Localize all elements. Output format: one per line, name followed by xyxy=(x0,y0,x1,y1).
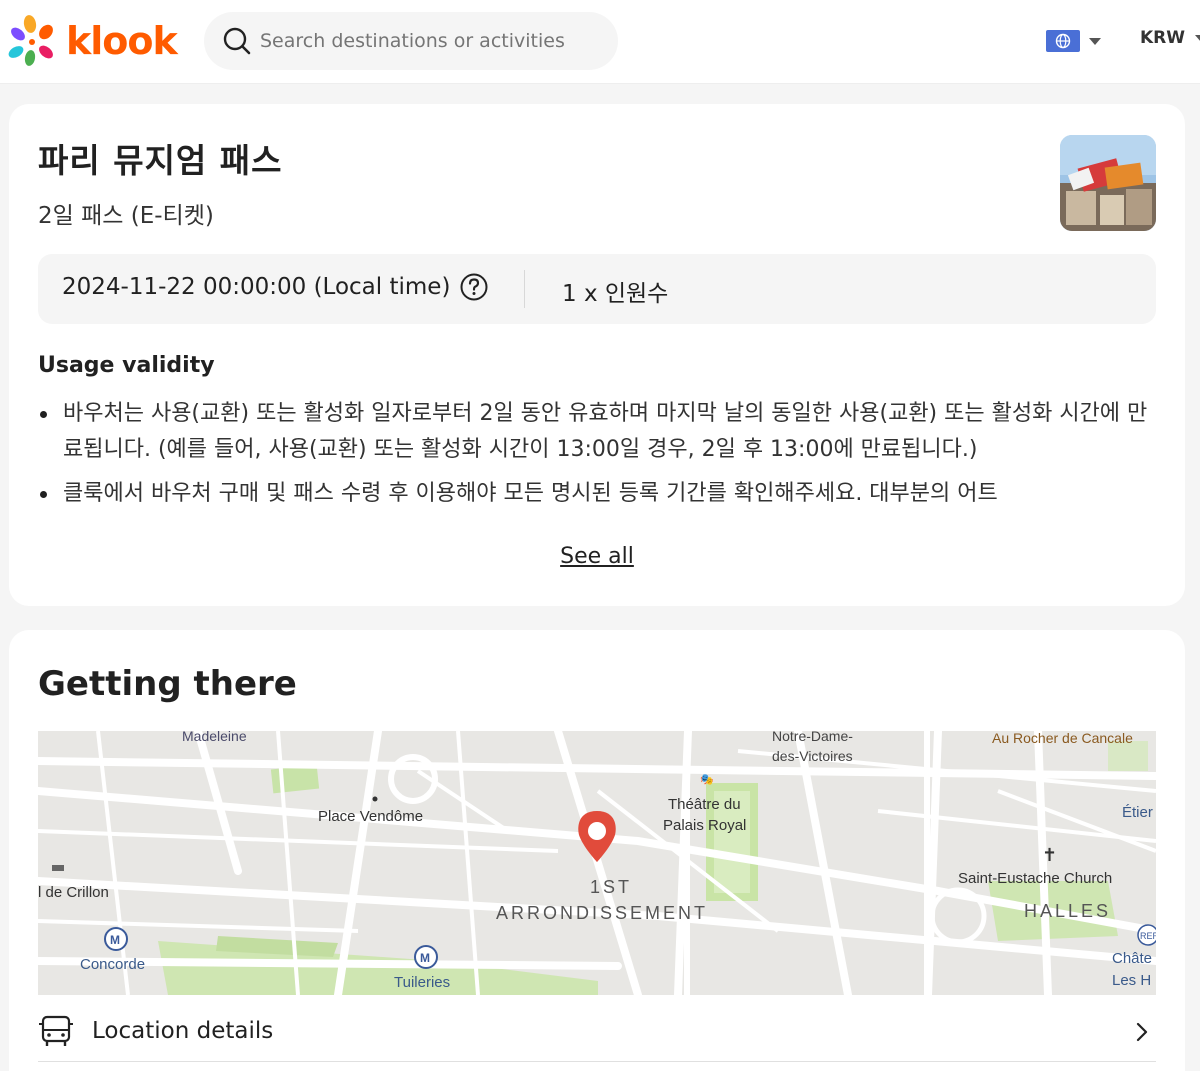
currency-selector[interactable]: KRW xyxy=(1140,28,1200,48)
question-mark-icon[interactable] xyxy=(459,272,489,302)
map-label: des-Victoires xyxy=(772,748,853,764)
map-label: 1ST xyxy=(590,877,632,897)
top-header: klook KRW xyxy=(0,0,1200,84)
map-label: Châte xyxy=(1112,950,1152,967)
package-name: 2일 패스 (E-티켓) xyxy=(38,203,214,229)
list-item: 바우처는 사용(교환) 또는 활성화 일자로부터 2일 동안 유효하며 마지막 … xyxy=(38,396,1160,468)
map-label: Au Rocher de Cancale xyxy=(992,731,1133,746)
klook-logo-mark-icon xyxy=(6,14,62,68)
currency-label: KRW xyxy=(1140,28,1186,48)
usage-validity-heading: Usage validity xyxy=(38,353,215,378)
booking-summary-card: 파리 뮤지엄 패스 2일 패스 (E-티켓) 2024-11-22 00:00:… xyxy=(9,104,1185,606)
see-all-link[interactable]: See all xyxy=(560,544,634,569)
map-label: Place Vendôme xyxy=(318,808,423,825)
search-input[interactable] xyxy=(260,30,610,52)
svg-text:🎭: 🎭 xyxy=(700,774,714,786)
product-thumbnail xyxy=(1060,135,1156,231)
selection-summary-bar: 2024-11-22 00:00:00 (Local time) 1 x 인원수 xyxy=(38,254,1156,324)
svg-text:✝: ✝ xyxy=(1042,845,1057,865)
search-bar[interactable] xyxy=(204,12,618,70)
svg-text:M: M xyxy=(420,951,430,965)
section-title: Getting there xyxy=(38,664,297,704)
globe-icon xyxy=(1046,30,1080,52)
map-label: Madeleine xyxy=(182,731,247,744)
map-label: l de Crillon xyxy=(38,884,109,901)
map-label: Tuileries xyxy=(394,974,450,991)
divider xyxy=(524,270,525,308)
search-icon xyxy=(222,26,252,56)
map-label: Concorde xyxy=(80,956,145,973)
chevron-down-icon xyxy=(1089,37,1101,45)
map-label: HALLES xyxy=(1024,901,1111,921)
map-label: RER xyxy=(1140,931,1156,941)
usage-validity-list: 바우처는 사용(교환) 또는 활성화 일자로부터 2일 동안 유효하며 마지막 … xyxy=(38,396,1160,546)
logo-wordmark: klook xyxy=(66,19,178,63)
language-selector[interactable] xyxy=(1046,30,1101,52)
map-label: Saint-Eustache Church xyxy=(958,870,1112,887)
location-details-label: Location details xyxy=(92,1017,274,1044)
bus-icon xyxy=(38,1013,74,1049)
map-label: Les H xyxy=(1112,972,1151,989)
product-title: 파리 뮤지엄 패스 xyxy=(38,141,283,180)
map-label: Palais Royal xyxy=(663,817,746,834)
map-label: ARRONDISSEMENT xyxy=(496,903,708,923)
map-label: Notre-Dame- xyxy=(772,731,853,744)
chevron-right-icon xyxy=(1134,1021,1150,1043)
map-label: Étier xyxy=(1122,804,1153,821)
getting-there-card: Getting there Madeleine Notre-Dame- des-… xyxy=(9,630,1185,1071)
location-map[interactable]: Madeleine Notre-Dame- des-Victoires Au R… xyxy=(38,731,1156,995)
selected-datetime: 2024-11-22 00:00:00 (Local time) xyxy=(62,274,451,300)
map-label: Théâtre du xyxy=(668,796,741,813)
location-details-row[interactable]: Location details xyxy=(38,1000,1156,1062)
klook-logo[interactable]: klook xyxy=(6,14,186,68)
chevron-down-icon xyxy=(1195,34,1200,42)
text-fade-overlay xyxy=(38,504,1160,546)
svg-text:M: M xyxy=(110,933,120,947)
participant-count: 1 x 인원수 xyxy=(562,281,669,307)
see-all-container: See all xyxy=(9,544,1185,569)
